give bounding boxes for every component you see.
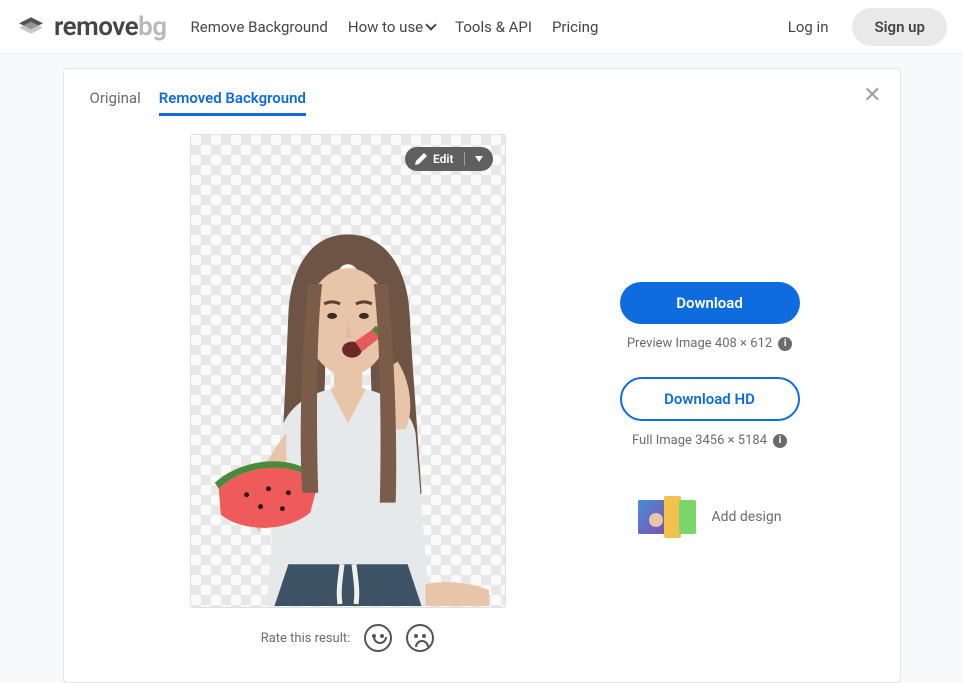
preview-column: Edit Rate this result: (190, 134, 506, 652)
nav-how-to-use-label: How to use (348, 18, 423, 36)
download-button[interactable]: Download (620, 282, 800, 324)
add-design-button[interactable]: Add design (638, 496, 782, 538)
nav-pricing[interactable]: Pricing (552, 18, 598, 36)
preview-meta-text: Preview Image 408 × 612 (627, 336, 772, 351)
tab-original[interactable]: Original (90, 89, 141, 116)
main-nav: Remove Background How to use Tools & API… (191, 18, 772, 36)
actions-column: Download Preview Image 408 × 612 i Downl… (546, 134, 874, 652)
full-meta-text: Full Image 3456 × 5184 (632, 433, 767, 448)
logo-text: removebg (54, 12, 167, 42)
subject-illustration (191, 135, 505, 606)
tab-removed-background[interactable]: Removed Background (159, 89, 306, 116)
full-meta: Full Image 3456 × 5184 i (632, 433, 787, 448)
editor-panel: ✕ Original Removed Background (63, 68, 901, 683)
brush-icon (415, 153, 427, 165)
nav-tools-api[interactable]: Tools & API (455, 18, 532, 36)
design-thumbnail (638, 496, 698, 538)
result-tabs: Original Removed Background (90, 89, 874, 116)
main-header: removebg Remove Background How to use To… (0, 0, 963, 54)
nav-remove-background[interactable]: Remove Background (191, 18, 328, 36)
add-design-label: Add design (712, 509, 782, 525)
rate-label: Rate this result: (261, 631, 351, 646)
edit-button-divider (464, 152, 465, 166)
preview-meta: Preview Image 408 × 612 i (627, 336, 792, 351)
info-icon[interactable]: i (773, 434, 787, 448)
nav-right: Log in Sign up (772, 8, 947, 46)
signup-button[interactable]: Sign up (852, 8, 947, 46)
result-image: Edit (190, 134, 506, 608)
caret-down-icon (475, 156, 483, 162)
info-icon[interactable]: i (778, 337, 792, 351)
edit-button-label: Edit (433, 152, 454, 166)
nav-how-to-use[interactable]: How to use (348, 18, 435, 36)
rate-sad-icon[interactable] (406, 624, 434, 652)
chevron-down-icon (425, 19, 436, 30)
logo-icon (16, 17, 46, 37)
rate-happy-icon[interactable] (364, 624, 392, 652)
download-hd-button[interactable]: Download HD (620, 377, 800, 421)
rate-row: Rate this result: (261, 624, 435, 652)
login-button[interactable]: Log in (772, 10, 845, 44)
edit-button[interactable]: Edit (405, 147, 493, 171)
logo[interactable]: removebg (16, 12, 167, 42)
close-icon[interactable]: ✕ (863, 83, 881, 108)
content-area: Edit Rate this result: Download Preview … (90, 134, 874, 652)
